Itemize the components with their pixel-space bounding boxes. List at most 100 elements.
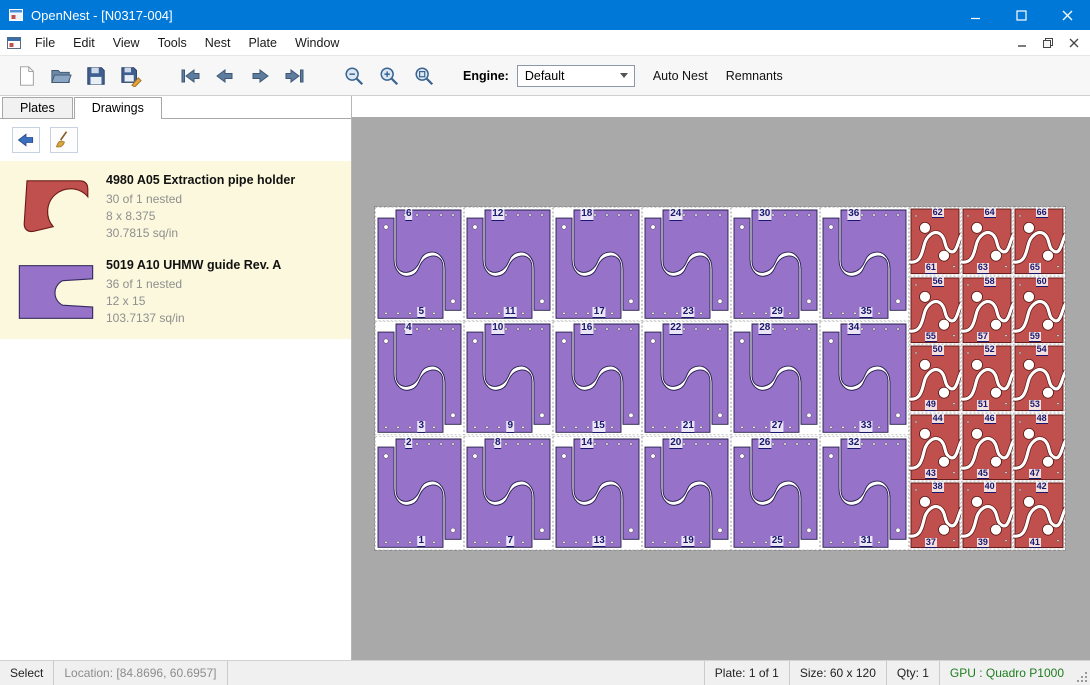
auto-nest-button[interactable]: Auto Nest xyxy=(653,69,708,83)
save-as-button[interactable] xyxy=(115,60,147,92)
nest-cell[interactable]: 109 xyxy=(464,321,553,435)
mdi-minimize-button[interactable] xyxy=(1010,33,1033,52)
part-number-bottom: 43 xyxy=(925,469,937,479)
engine-select[interactable]: Default xyxy=(517,65,635,87)
nest-cell[interactable]: 3635 xyxy=(820,207,909,321)
nest-cell[interactable]: 1817 xyxy=(553,207,642,321)
part-number-top: 10 xyxy=(491,323,504,335)
canvas-background[interactable]: 6512111817242330293635431091615222128273… xyxy=(352,117,1090,660)
tab-plates[interactable]: Plates xyxy=(2,97,73,118)
menu-item-view[interactable]: View xyxy=(104,32,149,54)
part-nested-count: 36 of 1 nested xyxy=(106,276,281,293)
engine-selected-value: Default xyxy=(525,69,565,83)
sidebar-toolbar xyxy=(0,119,351,161)
resize-grip[interactable] xyxy=(1074,661,1090,685)
maximize-button[interactable] xyxy=(998,0,1044,30)
nest-cell[interactable]: 6665 xyxy=(1013,207,1065,276)
nest-cell[interactable]: 3837 xyxy=(909,481,961,550)
part-info: 4980 A05 Extraction pipe holder 30 of 1 … xyxy=(106,171,295,242)
menu-item-tools[interactable]: Tools xyxy=(149,32,196,54)
nest-pair-graphic xyxy=(731,207,820,321)
nest-cell[interactable]: 6059 xyxy=(1013,276,1065,345)
nest-cell[interactable]: 3029 xyxy=(731,207,820,321)
nest-pair-graphic xyxy=(464,436,553,550)
return-arrow-icon xyxy=(16,130,36,150)
part-number-bottom: 65 xyxy=(1029,263,1041,273)
nest-cell[interactable]: 2625 xyxy=(731,436,820,550)
nest-cell[interactable]: 5049 xyxy=(909,344,961,413)
nest-pair-graphic xyxy=(464,321,553,435)
nest-cell[interactable]: 2423 xyxy=(642,207,731,321)
nest-cell[interactable]: 4645 xyxy=(961,413,1013,482)
tab-drawings[interactable]: Drawings xyxy=(74,97,162,119)
nest-cell[interactable]: 1413 xyxy=(553,436,642,550)
list-item[interactable]: 5019 A10 UHMW guide Rev. A 36 of 1 neste… xyxy=(0,248,351,333)
menu-item-edit[interactable]: Edit xyxy=(64,32,104,54)
nest-cell[interactable]: 4443 xyxy=(909,413,961,482)
nest-cell[interactable]: 4241 xyxy=(1013,481,1065,550)
menu-item-plate[interactable]: Plate xyxy=(239,32,286,54)
nest-cell[interactable]: 1211 xyxy=(464,207,553,321)
nest-cell[interactable]: 5857 xyxy=(961,276,1013,345)
part-number-top: 28 xyxy=(758,323,771,335)
return-part-button[interactable] xyxy=(12,127,40,153)
nest-cell[interactable]: 5251 xyxy=(961,344,1013,413)
purple-grid: 6512111817242330293635 431091615222128273… xyxy=(375,207,909,550)
nest-cell[interactable]: 2827 xyxy=(731,321,820,435)
nest-pair-graphic xyxy=(553,321,642,435)
open-file-button[interactable] xyxy=(45,60,77,92)
engine-label: Engine: xyxy=(463,69,509,83)
sidebar: Plates Drawings xyxy=(0,96,352,660)
nest-cell[interactable]: 6463 xyxy=(961,207,1013,276)
new-file-icon xyxy=(15,65,37,87)
save-file-icon xyxy=(85,65,107,87)
part-number-bottom: 19 xyxy=(682,536,695,548)
close-button[interactable] xyxy=(1044,0,1090,30)
new-file-button[interactable] xyxy=(10,60,42,92)
nest-cell[interactable]: 1615 xyxy=(553,321,642,435)
mdi-close-button[interactable] xyxy=(1062,33,1085,52)
part-number-top: 6 xyxy=(405,209,413,221)
part-number-bottom: 49 xyxy=(925,400,937,410)
nest-cell[interactable]: 6261 xyxy=(909,207,961,276)
zoom-out-button[interactable] xyxy=(338,60,370,92)
nest-pair-graphic xyxy=(820,436,909,550)
nest-cell[interactable]: 2019 xyxy=(642,436,731,550)
nest-cell[interactable]: 5655 xyxy=(909,276,961,345)
nav-prev-button[interactable] xyxy=(209,60,241,92)
nav-last-button[interactable] xyxy=(279,60,311,92)
nest-cell[interactable]: 2221 xyxy=(642,321,731,435)
status-size: Size: 60 x 120 xyxy=(790,661,886,685)
remnants-button[interactable]: Remnants xyxy=(726,69,783,83)
nest-cell[interactable]: 4847 xyxy=(1013,413,1065,482)
nest-cell[interactable]: 43 xyxy=(375,321,464,435)
nest-cell[interactable]: 87 xyxy=(464,436,553,550)
nav-first-button[interactable] xyxy=(174,60,206,92)
nav-next-button[interactable] xyxy=(244,60,276,92)
clear-broom-button[interactable] xyxy=(50,127,78,153)
nest-canvas[interactable]: 6512111817242330293635431091615222128273… xyxy=(352,96,1090,660)
menu-item-file[interactable]: File xyxy=(26,32,64,54)
menu-item-nest[interactable]: Nest xyxy=(196,32,240,54)
nest-cell[interactable]: 4039 xyxy=(961,481,1013,550)
nest-pair-graphic xyxy=(820,207,909,321)
nest-cell[interactable]: 5453 xyxy=(1013,344,1065,413)
broom-icon xyxy=(54,130,74,150)
minimize-button[interactable] xyxy=(952,0,998,30)
nest-cell[interactable]: 21 xyxy=(375,436,464,550)
zoom-fit-button[interactable] xyxy=(408,60,440,92)
nest-cell[interactable]: 3433 xyxy=(820,321,909,435)
menubar: File Edit View Tools Nest Plate Window xyxy=(0,30,1090,56)
uhmw-guide-shape xyxy=(15,261,97,323)
save-file-button[interactable] xyxy=(80,60,112,92)
menu-item-window[interactable]: Window xyxy=(286,32,348,54)
zoom-in-button[interactable] xyxy=(373,60,405,92)
mdi-restore-button[interactable] xyxy=(1036,33,1059,52)
nest-cell[interactable]: 65 xyxy=(375,207,464,321)
nest-cell[interactable]: 3231 xyxy=(820,436,909,550)
sidebar-tabs: Plates Drawings xyxy=(0,96,351,119)
list-item[interactable]: 4980 A05 Extraction pipe holder 30 of 1 … xyxy=(0,163,351,248)
part-number-top: 2 xyxy=(405,438,413,450)
part-number-top: 20 xyxy=(669,438,682,450)
part-nested-count: 30 of 1 nested xyxy=(106,191,295,208)
